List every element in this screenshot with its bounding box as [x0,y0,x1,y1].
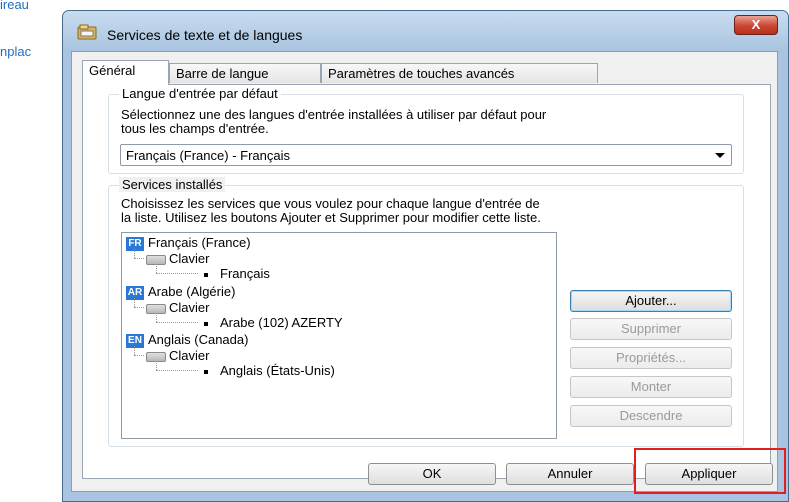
installed-services-desc-2: la liste. Utilisez les boutons Ajouter e… [121,210,541,225]
background-text-1: ireau [0,0,29,12]
tab-advanced-keys[interactable]: Paramètres de touches avancés [321,63,598,83]
tree-category-label: Clavier [169,251,210,266]
cancel-button[interactable]: Annuler [506,463,634,485]
tree-connector [134,249,135,258]
close-button[interactable]: X [734,15,778,35]
tree-connector [134,355,144,356]
installed-services-desc-1: Choisissez les services que vous voulez … [121,196,540,211]
tree-connector [156,370,198,371]
ok-button[interactable]: OK [368,463,496,485]
tree-connector [156,313,157,322]
properties-button[interactable]: Propriétés... [570,347,732,369]
lang-badge-en: EN [126,333,144,348]
tree-item-layout[interactable]: Arabe (102) AZERTY [204,315,343,331]
tree-language-label: Arabe (Algérie) [148,284,236,299]
add-button[interactable]: Ajouter... [570,290,732,312]
tree-connector [156,273,198,274]
title-bar[interactable]: Services de texte et de langues X [63,11,788,51]
tree-category-label: Clavier [169,300,210,315]
tree-connector [134,258,144,259]
default-language-title-visible: Langue d'entrée par défaut [119,86,281,101]
tab-language-bar[interactable]: Barre de langue [169,63,321,83]
tab-general[interactable]: Général [82,60,169,85]
highlight-box [634,448,786,494]
tree-connector [134,307,144,308]
bullet-icon [204,272,208,277]
tree-language-label: Français (France) [148,235,251,250]
move-up-button[interactable]: Monter [570,376,732,398]
background-text-2: nplac [0,44,32,59]
tree-layout-label: Anglais (États-Unis) [220,363,335,378]
tree-connector [134,346,135,355]
tree-item-language[interactable]: AR Arabe (Algérie) [126,284,235,300]
app-icon [77,24,97,40]
move-down-button[interactable]: Descendre [570,405,732,427]
tree-connector [134,298,135,307]
tree-item-language[interactable]: FR Français (France) [126,235,251,251]
lang-badge-ar: AR [126,285,144,300]
tree-item-layout[interactable]: Anglais (États-Unis) [204,363,335,379]
tree-connector [156,322,198,323]
installed-services-title: Services installés [119,177,226,192]
tree-connector [156,264,157,273]
window-title: Services de texte et de langues [107,27,303,43]
bullet-icon [204,369,208,374]
tree-layout-label: Arabe (102) AZERTY [220,315,343,330]
tree-item-language[interactable]: EN Anglais (Canada) [126,332,248,348]
tree-language-label: Anglais (Canada) [148,332,249,347]
services-tree[interactable]: FR Français (France) Clavier Français AR A… [121,232,557,439]
default-language-desc-visible-2: tous les champs d'entrée. [121,121,269,136]
remove-button[interactable]: Supprimer [570,318,732,340]
bullet-icon [204,321,208,326]
lang-badge-fr: FR [126,236,144,251]
tree-item-layout[interactable]: Français [204,266,270,282]
default-language-desc-visible-1: Sélectionnez une des langues d'entrée in… [121,107,547,122]
tree-layout-label: Français [220,266,270,281]
tree-category-label: Clavier [169,348,210,363]
tree-connector [156,361,157,370]
